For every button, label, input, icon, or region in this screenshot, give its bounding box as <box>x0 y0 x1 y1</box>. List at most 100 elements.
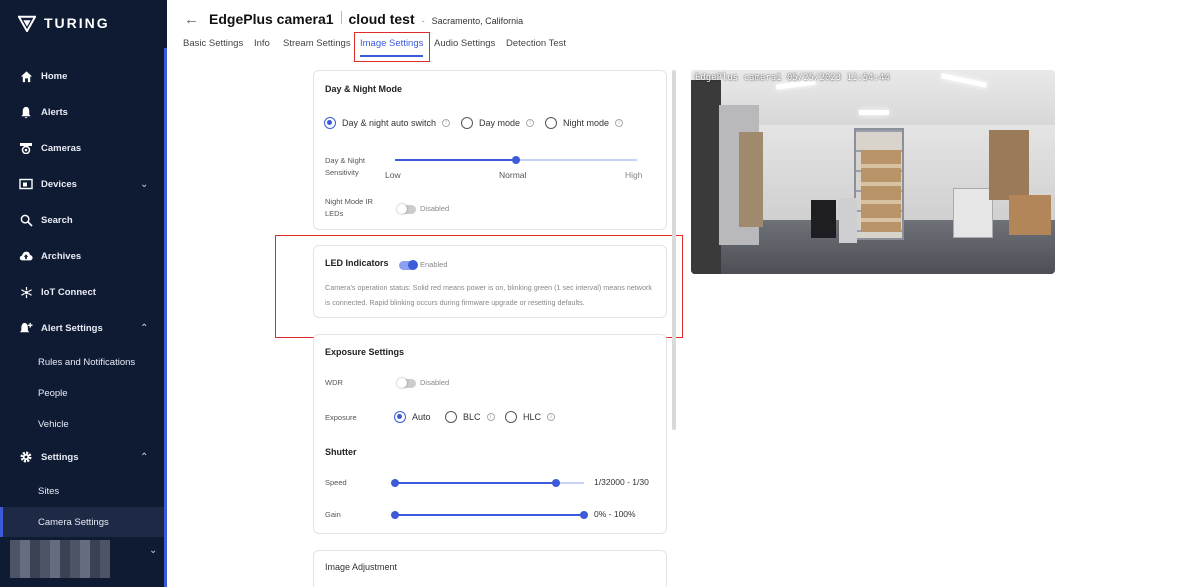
toggle-knob <box>397 378 407 388</box>
sidebar-item-vehicle[interactable]: Vehicle <box>0 409 164 439</box>
radio-label: Day mode <box>479 118 521 128</box>
sensitivity-label-line2: Sensitivity <box>325 168 359 177</box>
radio-dot[interactable] <box>461 117 473 129</box>
slider-thumb-min[interactable] <box>391 479 399 487</box>
radio-exposure-hlc[interactable]: HLC i <box>505 411 556 423</box>
ir-leds-toggle[interactable] <box>397 204 416 214</box>
search-icon <box>19 213 33 227</box>
sidebar-item-label: Search <box>41 214 73 226</box>
sidebar-item-home[interactable]: Home <box>0 61 164 91</box>
chevron-up-icon[interactable]: ⌃ <box>140 323 148 334</box>
radio-exposure-auto[interactable]: Auto <box>394 411 431 423</box>
sidebar-item-rules-and-notifications[interactable]: Rules and Notifications <box>0 347 164 377</box>
wdr-status: Disabled <box>420 378 450 387</box>
radio-night-mode[interactable]: Night mode i <box>545 117 624 129</box>
settings-scrollbar[interactable] <box>672 70 676 430</box>
radio-exposure-blc[interactable]: BLC i <box>445 411 495 423</box>
camera-name: EdgePlus camera1 <box>209 11 334 27</box>
radio-label: HLC <box>523 412 542 422</box>
sidebar-item-sites[interactable]: Sites <box>0 476 164 506</box>
preview-left-wall <box>691 80 721 274</box>
tab-audio-settings[interactable]: Audio Settings <box>434 38 495 49</box>
preview-boxes <box>861 150 901 232</box>
camera-icon <box>19 141 33 155</box>
sidebar-item-label: Cameras <box>41 142 82 154</box>
tab-info[interactable]: Info <box>254 38 270 49</box>
info-icon[interactable]: i <box>615 119 624 127</box>
sidebar-item-search[interactable]: Search <box>0 205 164 235</box>
sensitivity-normal-label: Normal <box>499 170 527 180</box>
ir-leds-label: Night Mode IR LEDs <box>325 196 373 220</box>
camera-location: Sacramento, California <box>431 16 524 26</box>
radio-day-mode[interactable]: Day mode i <box>461 117 535 129</box>
page-title: EdgePlus camera1 cloud test - Sacramento… <box>209 11 523 27</box>
radio-dot[interactable] <box>324 117 336 129</box>
sidebar-item-iot-connect[interactable]: IoT Connect <box>0 277 164 307</box>
devices-icon <box>19 177 33 191</box>
radio-day-night-auto[interactable]: Day & night auto switch i <box>324 117 451 129</box>
chevron-down-icon[interactable]: ⌄ <box>149 545 157 556</box>
sidebar-item-devices[interactable]: Devices ⌄ <box>0 169 164 199</box>
preview-ceiling-light <box>859 110 889 115</box>
sidebar-item-camera-settings[interactable]: Camera Settings <box>0 507 164 537</box>
image-adjustment-title: Image Adjustment <box>325 562 398 572</box>
info-icon[interactable]: i <box>442 119 451 127</box>
sidebar-scroll-accent <box>164 48 167 587</box>
info-icon[interactable]: i <box>526 119 535 127</box>
speed-label: Speed <box>325 478 347 487</box>
slider-thumb-min[interactable] <box>391 511 399 519</box>
sidebar-item-cameras[interactable]: Cameras <box>0 133 164 163</box>
info-icon[interactable]: i <box>486 413 495 421</box>
chevron-up-icon[interactable]: ⌃ <box>140 452 148 463</box>
tab-stream-settings[interactable]: Stream Settings <box>283 38 351 49</box>
cloud-upload-icon <box>19 249 33 263</box>
tab-basic-settings[interactable]: Basic Settings <box>183 38 243 49</box>
toggle-knob <box>397 204 407 214</box>
sidebar-item-label: Rules and Notifications <box>38 356 136 368</box>
wdr-label: WDR <box>325 378 343 387</box>
led-highlight-annotation <box>275 235 683 338</box>
shutter-title: Shutter <box>325 447 357 457</box>
sidebar: TURING Home Alerts Cameras Devices ⌄ Sea… <box>0 0 167 587</box>
slider-thumb[interactable] <box>512 156 520 164</box>
sidebar-item-alerts[interactable]: Alerts <box>0 97 164 127</box>
user-account-avatar[interactable] <box>10 540 110 578</box>
tab-detection-test[interactable]: Detection Test <box>506 38 566 49</box>
sidebar-item-label: Camera Settings <box>38 516 109 528</box>
back-arrow-icon[interactable]: ← <box>184 11 199 28</box>
sidebar-item-settings[interactable]: Settings ⌃ <box>0 442 164 472</box>
radio-dot[interactable] <box>394 411 406 423</box>
home-icon <box>19 69 33 83</box>
alert-settings-icon <box>19 321 33 335</box>
turing-logo-icon <box>18 15 36 32</box>
wdr-toggle[interactable] <box>397 378 416 388</box>
radio-label: Night mode <box>563 118 610 128</box>
radio-label: Day & night auto switch <box>342 118 437 128</box>
sidebar-item-archives[interactable]: Archives <box>0 241 164 271</box>
radio-dot[interactable] <box>445 411 457 423</box>
info-icon[interactable]: i <box>547 413 556 421</box>
slider-thumb-max[interactable] <box>580 511 588 519</box>
sidebar-item-label: Archives <box>41 250 82 262</box>
sidebar-item-label: Alert Settings <box>41 322 103 334</box>
sidebar-item-alert-settings[interactable]: Alert Settings ⌃ <box>0 313 164 343</box>
sidebar-item-label: Devices <box>41 178 77 190</box>
image-adjustment-card: Image Adjustment <box>313 550 667 587</box>
slider-fill <box>395 514 584 516</box>
slider-fill <box>395 482 556 484</box>
iot-icon <box>19 285 33 299</box>
chevron-down-icon[interactable]: ⌄ <box>140 179 148 190</box>
radio-dot[interactable] <box>545 117 557 129</box>
sidebar-item-people[interactable]: People <box>0 378 164 408</box>
camera-preview[interactable]: EdgePlus camera1 05/25/2023 11:54:44 <box>691 70 1055 274</box>
radio-dot[interactable] <box>505 411 517 423</box>
sensitivity-label-line1: Day & Night <box>325 156 366 165</box>
sensitivity-label: Day & Night Sensitivity <box>325 155 365 179</box>
day-night-title: Day & Night Mode <box>325 84 403 94</box>
slider-thumb-max[interactable] <box>552 479 560 487</box>
sidebar-item-label: Alerts <box>41 106 68 118</box>
preview-box-stack <box>1009 195 1051 235</box>
logo[interactable]: TURING <box>18 14 110 32</box>
day-night-card: Day & Night Mode Day & night auto switch… <box>313 70 667 230</box>
sidebar-item-label: Vehicle <box>38 418 69 430</box>
